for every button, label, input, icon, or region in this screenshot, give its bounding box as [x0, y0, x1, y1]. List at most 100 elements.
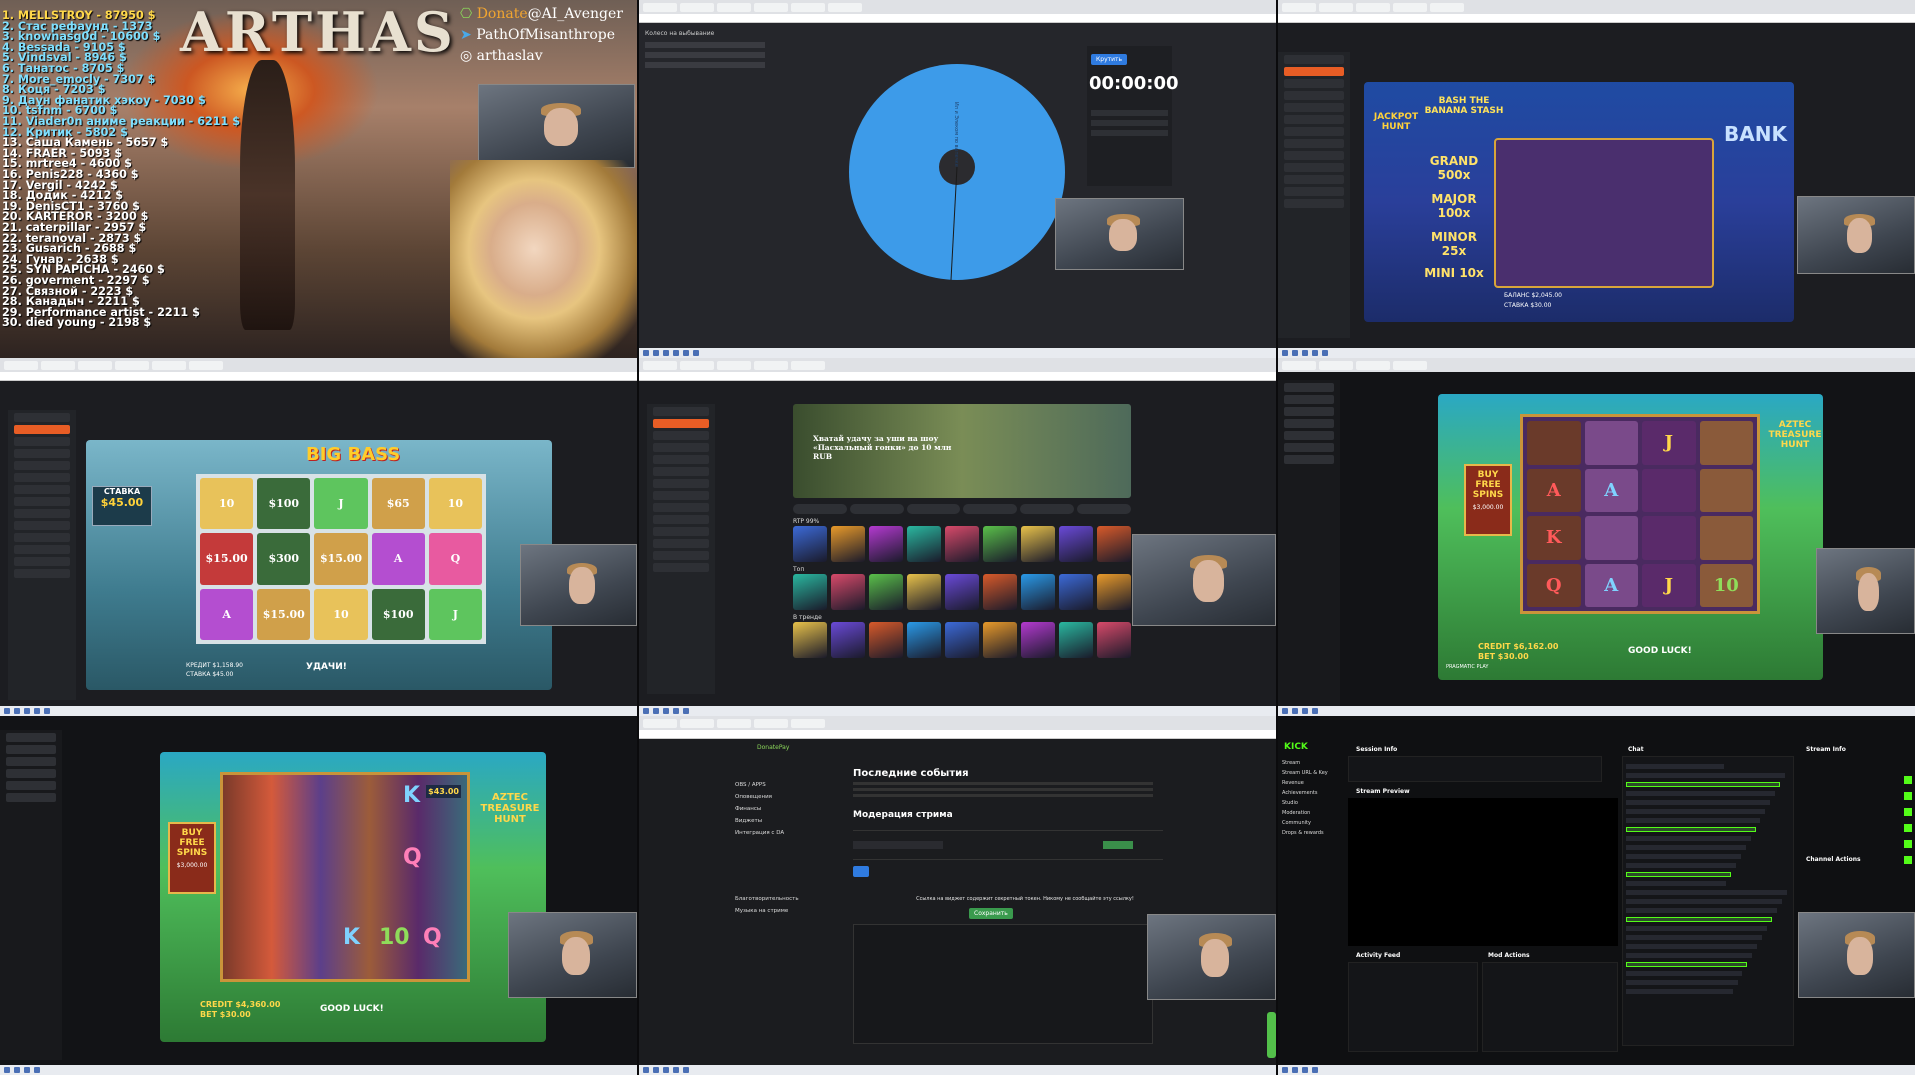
dp-menu-item[interactable]: Финансы: [735, 806, 815, 812]
game-tile[interactable]: [793, 574, 827, 610]
tile-donatepay: DonatePay OBS / APPS Оповещения Финансы Вид…: [639, 716, 1276, 1075]
kick-menu-item[interactable]: Stream URL & Key: [1282, 770, 1342, 776]
dp-menu-item[interactable]: Оповещения: [735, 794, 815, 800]
dp-small-button[interactable]: [853, 866, 869, 877]
activity-feed: Activity Feed: [1356, 952, 1401, 959]
game-tile[interactable]: [1059, 526, 1093, 562]
promo-banner[interactable]: Хватай удачу за уши на шоу «Пасхальный г…: [793, 404, 1131, 498]
chat-message: [1626, 926, 1768, 931]
taskbar: [0, 706, 637, 716]
address-bar[interactable]: [1278, 14, 1915, 23]
kick-menu-item[interactable]: Stream: [1282, 760, 1342, 766]
game-tile[interactable]: [983, 622, 1017, 658]
game-tile[interactable]: [831, 574, 865, 610]
game-tile[interactable]: [1021, 574, 1055, 610]
game-tile[interactable]: [1097, 622, 1131, 658]
grand-jackpot: GRAND 500x: [1429, 154, 1479, 182]
kick-menu-item[interactable]: Achievements: [1282, 790, 1342, 796]
telegram-icon: ➤: [460, 27, 477, 43]
game-tile[interactable]: [831, 622, 865, 658]
game-tile[interactable]: [1021, 622, 1055, 658]
instagram-row[interactable]: ◎ arthaslav: [460, 46, 623, 67]
game-tile[interactable]: [907, 574, 941, 610]
buy-free-spins[interactable]: BUY FREE SPINS $3,000.00: [168, 822, 216, 894]
game-tile[interactable]: [1059, 574, 1093, 610]
donatepay-brand[interactable]: DonatePay: [757, 744, 789, 751]
bass-symbol: $15.00: [257, 588, 311, 640]
game-tile[interactable]: [869, 526, 903, 562]
address-bar[interactable]: [639, 730, 1276, 739]
kick-menu-item[interactable]: Moderation: [1282, 810, 1342, 816]
taskbar: [639, 1065, 1276, 1075]
browser-tabs: [1278, 358, 1915, 372]
game-tile[interactable]: [869, 574, 903, 610]
aztec-logo: AZTEC TREASURE HUNT: [1768, 420, 1822, 450]
session-stats: [1348, 756, 1602, 782]
slot-game-aztec-2[interactable]: BUY FREE SPINS $3,000.00 $43.00 K Q K 10…: [160, 752, 546, 1042]
telegram-row[interactable]: ➤ PathOfMisanthrope: [460, 25, 623, 46]
chat-message: [1626, 908, 1777, 913]
spin-wheel[interactable]: Ил и Элеком по выпечке: [847, 62, 1067, 282]
game-tile[interactable]: [831, 526, 865, 562]
chat-message: [1626, 980, 1738, 985]
mod-actions: Mod Actions: [1488, 952, 1530, 959]
buy-free-spins[interactable]: BUY FREE SPINS $3,000.00: [1464, 464, 1512, 536]
kick-menu-item[interactable]: Revenue: [1282, 780, 1342, 786]
bet-readout: СТАВКА $30.00: [1504, 302, 1552, 309]
game-tile[interactable]: [983, 574, 1017, 610]
reel-symbol-q1: Q: [403, 845, 422, 870]
chat-title: Chat: [1628, 746, 1644, 753]
bass-symbol: 10: [428, 478, 482, 530]
kick-menu-item[interactable]: Community: [1282, 820, 1342, 826]
browser-tabs: [639, 716, 1276, 730]
slot-game-jackpot[interactable]: JACKPOT HUNT BASH THE BANANA STASH GRAND…: [1364, 82, 1794, 322]
session-info: Session Info: [1356, 746, 1398, 753]
bass-symbol: 10: [200, 478, 254, 530]
game-tile[interactable]: [793, 526, 827, 562]
webcam-feed: [508, 912, 637, 998]
browser-tabs: [0, 358, 637, 372]
aztec-symbol: 10: [1699, 563, 1753, 607]
address-bar[interactable]: [639, 14, 1276, 23]
chat-message: [1626, 827, 1756, 832]
dp-menu-item[interactable]: Виджеты: [735, 818, 815, 824]
dp-menu-item[interactable]: Музыка на стриме: [735, 908, 815, 914]
dp-menu-item[interactable]: Интеграция с DA: [735, 830, 815, 836]
game-tile[interactable]: [1059, 622, 1093, 658]
game-tile[interactable]: [1097, 526, 1131, 562]
stream-mosaic: ARTHAS ⎔ Donate@AI_Avenger ➤ PathOfMisan…: [0, 0, 1915, 1075]
aztec-symbol: J: [1642, 421, 1696, 465]
slot-game-aztec[interactable]: BUY FREE SPINS $3,000.00 J A A K Q A J 10 AZTEC…: [1438, 394, 1823, 680]
kick-menu-item[interactable]: Drops & rewards: [1282, 830, 1342, 836]
game-tile[interactable]: [945, 622, 979, 658]
address-bar[interactable]: [0, 372, 637, 381]
aztec-symbol: [1699, 468, 1753, 512]
kick-menu-item[interactable]: Studio: [1282, 800, 1342, 806]
game-tile[interactable]: [983, 526, 1017, 562]
game-tile[interactable]: [1021, 526, 1055, 562]
address-bar[interactable]: [639, 372, 1276, 381]
tile-slot-jackpot: JACKPOT HUNT BASH THE BANANA STASH GRAND…: [1278, 0, 1915, 358]
game-tile[interactable]: [869, 622, 903, 658]
chat-panel: [1622, 756, 1794, 1046]
game-tile[interactable]: [907, 622, 941, 658]
tile-donor-overlay: ARTHAS ⎔ Donate@AI_Avenger ➤ PathOfMisan…: [0, 0, 637, 358]
game-tile[interactable]: [945, 526, 979, 562]
good-luck-text: УДАЧИ!: [306, 662, 347, 672]
dp-menu-item[interactable]: OBS / APPS: [735, 782, 815, 788]
aztec-symbol: K: [1527, 516, 1581, 560]
preview-player[interactable]: [1348, 798, 1618, 946]
game-tile[interactable]: [793, 622, 827, 658]
slot-game-bass[interactable]: BIG BASS СТАВКА $45.00 10 $100 J $65 10 $15.0…: [86, 440, 552, 690]
game-tile[interactable]: [945, 574, 979, 610]
woman-portrait: [450, 160, 637, 358]
dp-menu-item[interactable]: Благотворительность: [735, 896, 815, 902]
game-tile[interactable]: [907, 526, 941, 562]
game-tile[interactable]: [1097, 574, 1131, 610]
dp-notice: Ссылка на виджет содержит секретный токе…: [916, 896, 1134, 902]
donate-row[interactable]: ⎔ Donate@AI_Avenger: [460, 4, 623, 25]
dp-save-button[interactable]: Сохранить: [969, 908, 1013, 919]
browser-tabs: [1278, 0, 1915, 14]
side-tab[interactable]: [1267, 1012, 1276, 1058]
spin-button[interactable]: Крутить: [1091, 54, 1128, 65]
